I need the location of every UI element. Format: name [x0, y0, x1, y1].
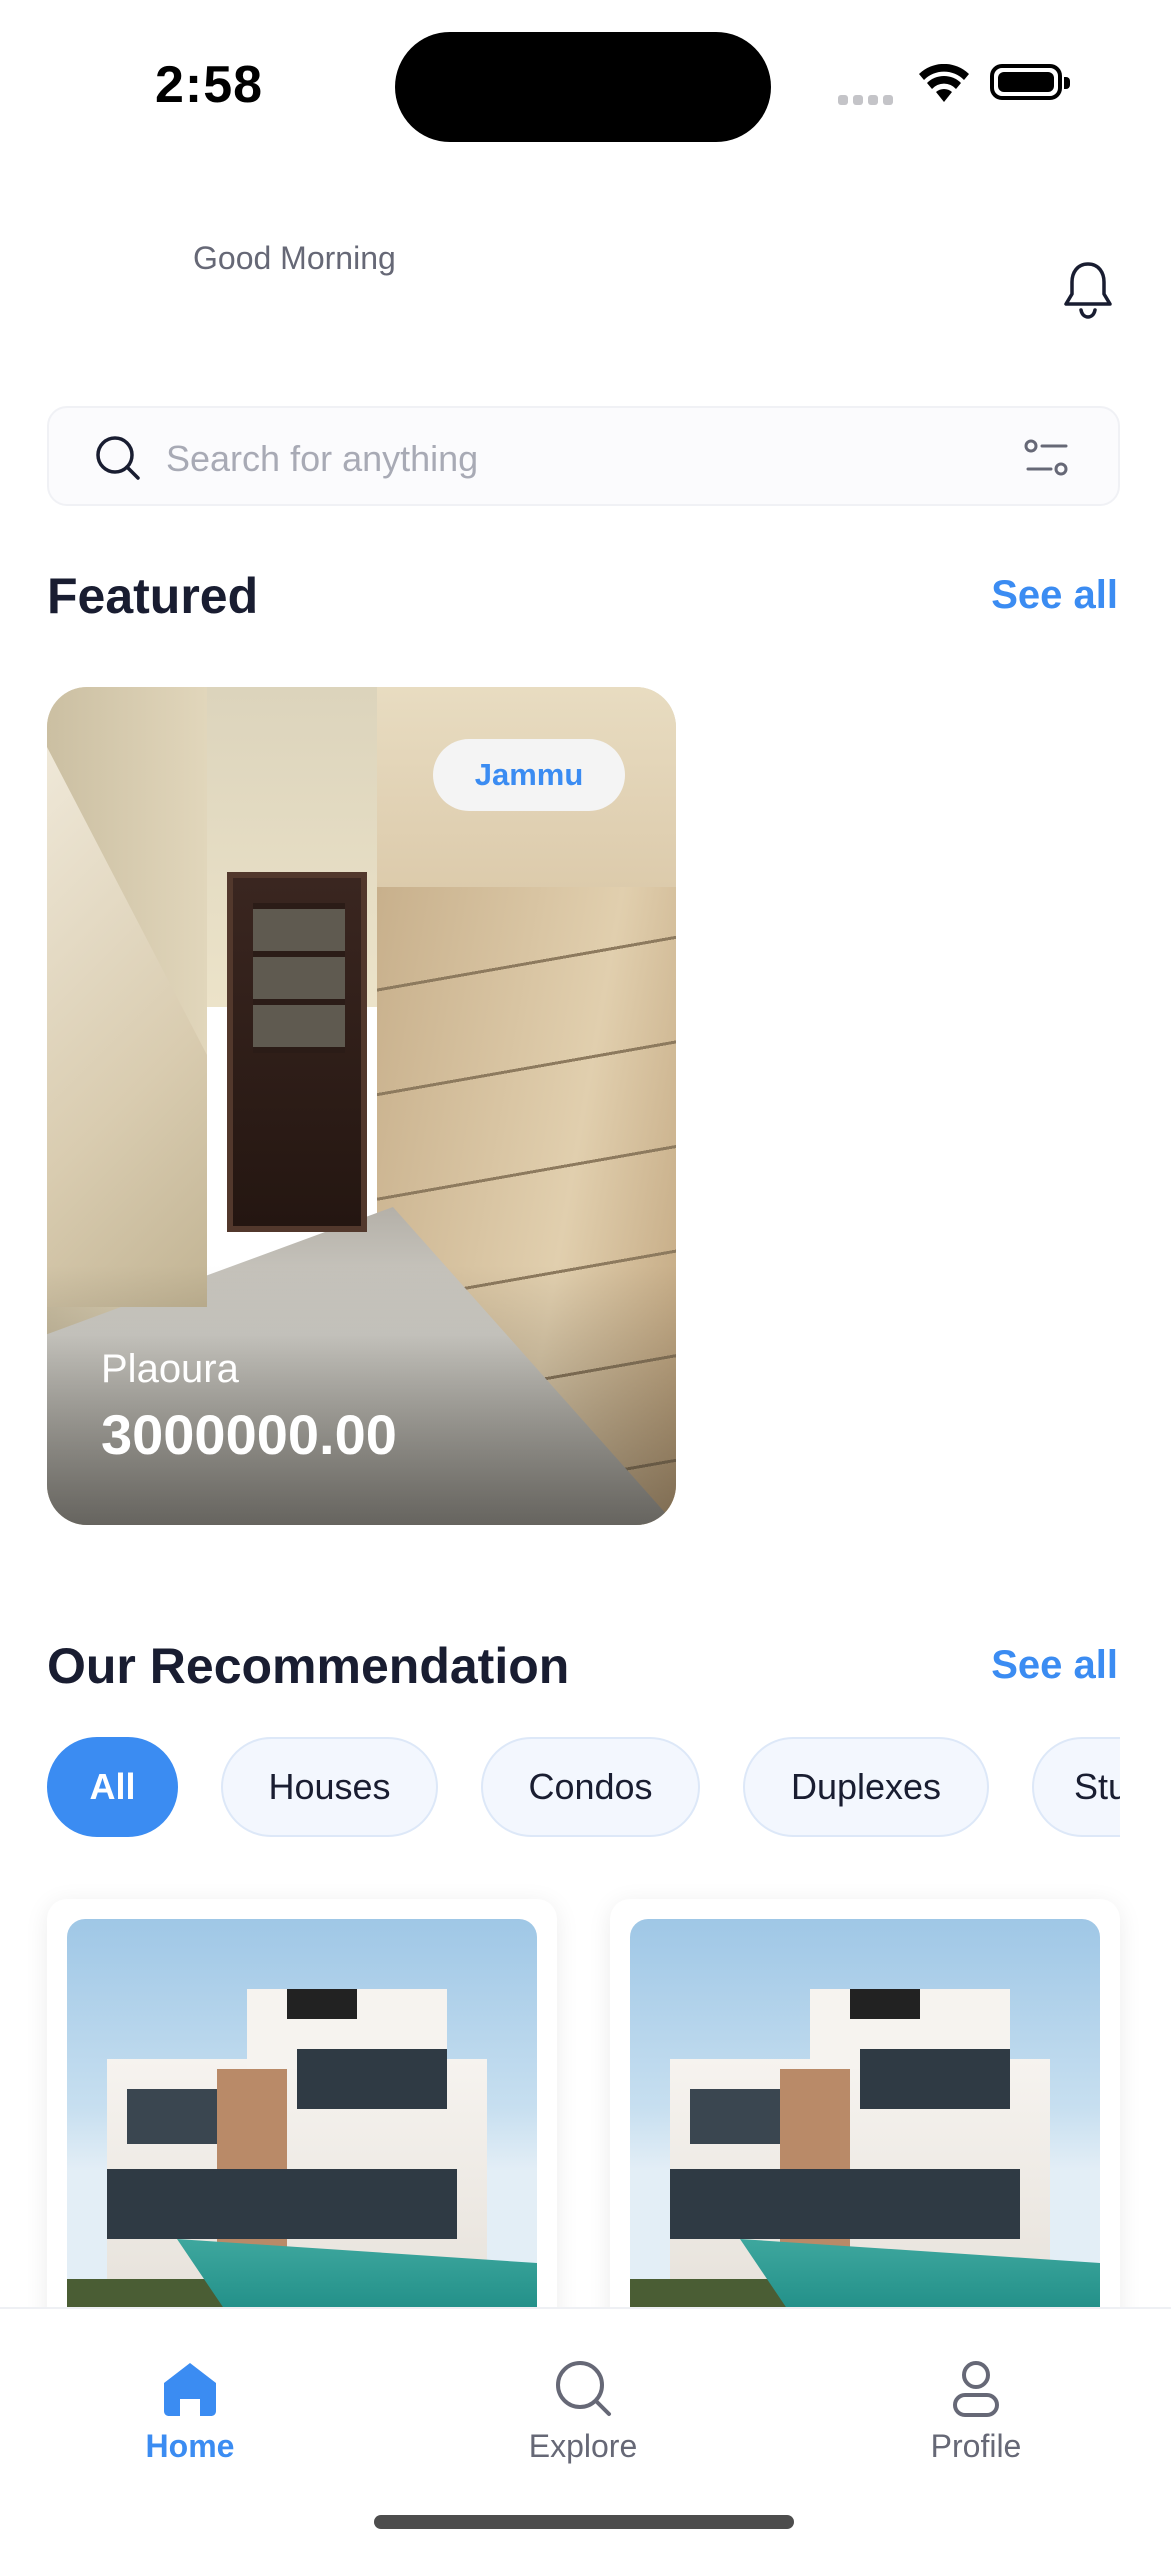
recommendation-see-all-link[interactable]: See all [991, 1643, 1118, 1688]
featured-see-all-link[interactable]: See all [991, 573, 1118, 618]
tab-explore[interactable]: Explore [483, 2359, 683, 2465]
dynamic-island [395, 32, 771, 142]
notification-bell-icon[interactable] [1060, 258, 1116, 327]
tab-explore-label: Explore [528, 2428, 638, 2464]
search-bar[interactable] [47, 406, 1120, 506]
filter-chip-duplexes[interactable]: Duplexes [743, 1737, 989, 1837]
property-photo [67, 1919, 537, 2339]
wifi-icon [918, 63, 970, 109]
category-filter-chips: All Houses Condos Duplexes Studios [47, 1737, 1120, 1837]
filter-icon[interactable] [1024, 438, 1070, 483]
property-photo [630, 1919, 1100, 2339]
home-indicator[interactable] [374, 2515, 794, 2529]
filter-chip-houses[interactable]: Houses [221, 1737, 438, 1837]
greeting-text: Good Morning [193, 240, 396, 276]
status-time: 2:58 [155, 56, 264, 114]
tab-home[interactable]: Home [90, 2359, 290, 2465]
tab-profile-label: Profile [930, 2428, 1022, 2464]
featured-title: Featured [47, 568, 259, 624]
filter-chip-condos[interactable]: Condos [481, 1737, 700, 1837]
search-icon [553, 2361, 613, 2421]
filter-chip-all[interactable]: All [47, 1737, 178, 1837]
property-name: Plaoura [101, 1347, 239, 1391]
tab-home-label: Home [145, 2428, 235, 2464]
tab-profile[interactable]: Profile [876, 2359, 1076, 2465]
recommendation-title: Our Recommendation [47, 1638, 570, 1694]
home-icon [160, 2363, 220, 2421]
location-badge: Jammu [433, 739, 625, 811]
featured-property-card[interactable]: Jammu Plaoura 3000000.00 [47, 687, 676, 1525]
search-icon [94, 434, 142, 487]
profile-icon [946, 2361, 1006, 2421]
cellular-signal-icon [838, 92, 898, 110]
battery-icon [990, 64, 1070, 100]
filter-chip-studios[interactable]: Studios [1032, 1737, 1120, 1837]
search-input[interactable] [164, 433, 968, 485]
property-price: 3000000.00 [101, 1403, 397, 1466]
